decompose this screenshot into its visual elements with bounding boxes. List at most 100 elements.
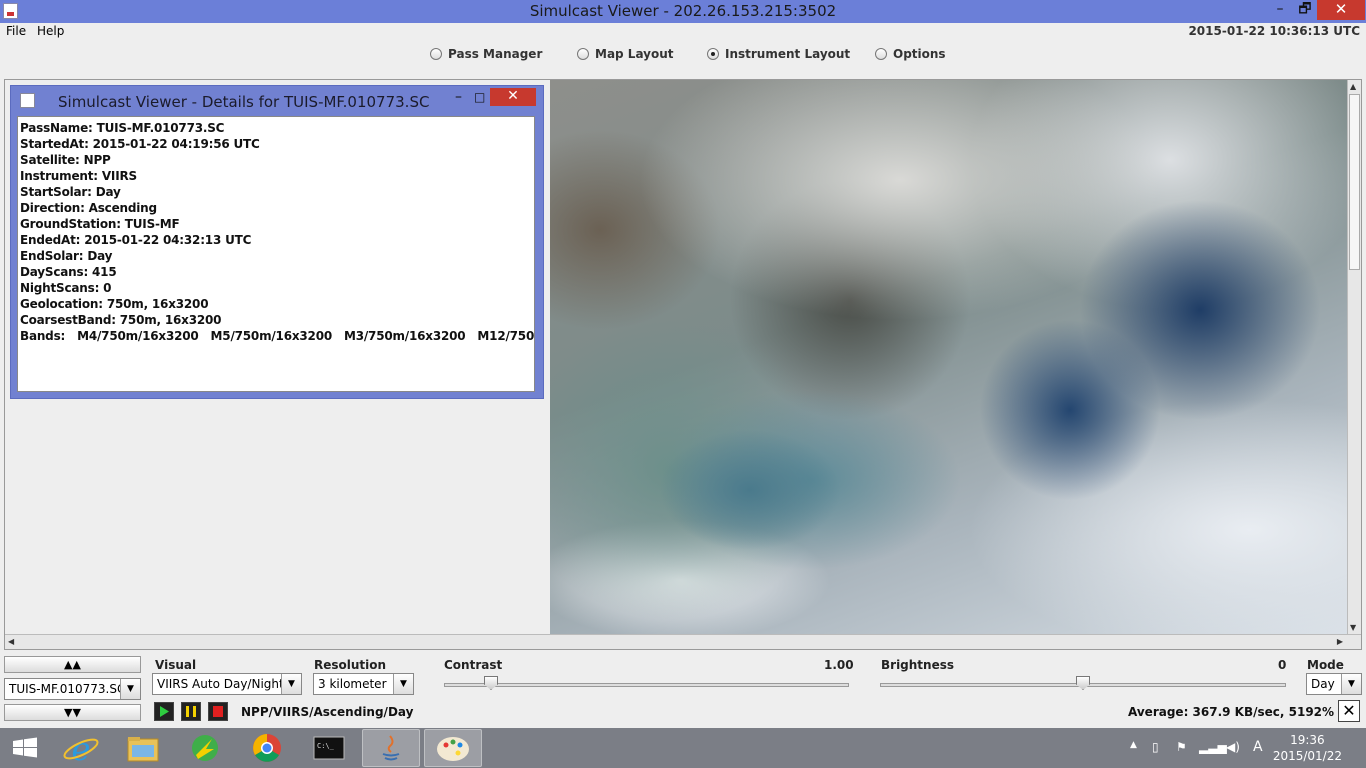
radio-button[interactable] <box>577 48 589 60</box>
tab-label: Instrument Layout <box>725 47 851 61</box>
chevron-down-icon[interactable]: ▼ <box>281 674 301 694</box>
java-app-icon[interactable] <box>20 93 35 108</box>
tab-label: Pass Manager <box>448 47 543 61</box>
chevron-down-icon[interactable]: ▼ <box>393 674 413 694</box>
svg-text:C:\_: C:\_ <box>317 742 335 750</box>
contrast-slider[interactable] <box>444 676 849 690</box>
start-button[interactable] <box>0 729 50 767</box>
app-swirl-icon <box>192 735 218 761</box>
satellite-image[interactable] <box>550 80 1347 634</box>
chevron-down-icon[interactable]: ▼ <box>120 679 140 699</box>
close-pass-button[interactable]: ✕ <box>1338 700 1360 722</box>
window-titlebar: Simulcast Viewer - 202.26.153.215:3502 –… <box>0 0 1366 23</box>
chevron-down-icon[interactable]: ▼ <box>1341 674 1361 694</box>
detail-line: CoarsestBand: 750m, 16x3200 <box>20 313 222 327</box>
tab-instrument-layout[interactable]: Instrument Layout <box>707 47 850 61</box>
network-icon[interactable]: ▂▃▅ <box>1199 740 1227 754</box>
internet-explorer-icon: e <box>63 730 99 768</box>
brightness-slider[interactable] <box>880 676 1286 690</box>
tab-map-layout[interactable]: Map Layout <box>577 47 674 61</box>
prev-pass-button[interactable]: ▲▲ <box>4 656 141 673</box>
view-selector: Pass Manager Map Layout Instrument Layou… <box>0 47 1366 67</box>
stop-icon <box>213 706 223 717</box>
paint-palette-icon <box>437 737 469 761</box>
scroll-up-icon[interactable]: ▲ <box>1350 82 1356 91</box>
scrollbar-thumb[interactable] <box>1349 94 1360 270</box>
radio-button-selected[interactable] <box>707 48 719 60</box>
play-button[interactable] <box>154 702 174 721</box>
menu-help[interactable]: Help <box>37 24 64 38</box>
ime-indicator[interactable]: A <box>1253 739 1263 755</box>
tab-label: Map Layout <box>595 47 674 61</box>
details-title: Simulcast Viewer - Details for TUIS-MF.0… <box>58 93 430 111</box>
java-icon <box>382 735 400 761</box>
up-arrow-icon: ▲▲ <box>64 658 81 671</box>
details-minimize-button[interactable]: – <box>455 89 462 105</box>
control-bar: ▲▲ TUIS-MF.010773.SC ▼ ▼▼ Visual VIIRS A… <box>0 652 1366 728</box>
pass-status: NPP/VIIRS/Ascending/Day <box>241 705 414 719</box>
command-prompt-icon: C:\_ <box>313 736 345 760</box>
svg-text:e: e <box>72 730 91 767</box>
taskbar-cmd[interactable]: C:\_ <box>300 729 358 767</box>
windows-taskbar: e C:\_ ▲ ▯ ⚑ ▂▃▅ ◀) A 19:36 2015/01/22 <box>0 728 1366 768</box>
volume-icon[interactable]: ◀) <box>1226 740 1240 754</box>
mode-select[interactable]: Day ▼ <box>1306 673 1362 695</box>
band-item: M4/750m/16x3200 <box>77 329 199 343</box>
minimize-button[interactable]: – <box>1266 0 1294 20</box>
taskbar-date: 2015/01/22 <box>1272 749 1342 763</box>
contrast-slider-knob[interactable] <box>484 676 498 690</box>
scroll-right-icon[interactable]: ▶ <box>1337 637 1343 646</box>
tab-options[interactable]: Options <box>875 47 946 61</box>
pause-icon <box>186 706 196 717</box>
details-maximize-button[interactable]: □ <box>474 90 485 104</box>
bands-line: Bands: M4/750m/16x3200 M5/750m/16x3200 M… <box>20 328 534 344</box>
resolution-select[interactable]: 3 kilometer ▼ <box>313 673 414 695</box>
close-button[interactable]: ✕ <box>1317 0 1365 20</box>
average-rate: Average: 367.9 KB/sec, 5192% <box>1128 705 1335 719</box>
detail-line: GroundStation: TUIS-MF <box>20 217 180 231</box>
windows-logo-icon <box>13 737 37 758</box>
radio-button[interactable] <box>430 48 442 60</box>
detail-line: EndSolar: Day <box>20 249 113 263</box>
radio-button[interactable] <box>875 48 887 60</box>
vertical-scrollbar[interactable]: ▲ ▼ <box>1347 80 1361 634</box>
details-text-area[interactable]: PassName: TUIS-MF.010773.SC StartedAt: 2… <box>17 116 535 392</box>
chrome-icon <box>253 734 281 762</box>
mode-label: Mode <box>1307 658 1344 672</box>
details-window[interactable]: Simulcast Viewer - Details for TUIS-MF.0… <box>10 85 544 399</box>
next-pass-button[interactable]: ▼▼ <box>4 704 141 721</box>
taskbar-ie[interactable]: e <box>52 729 110 768</box>
desktop-area: Simulcast Viewer - Details for TUIS-MF.0… <box>5 80 550 634</box>
stop-button[interactable] <box>208 702 228 721</box>
restore-button[interactable]: 🗗 <box>1291 0 1319 20</box>
mode-select-value: Day <box>1311 677 1335 691</box>
taskbar-clock[interactable]: 19:36 2015/01/22 <box>1273 732 1342 764</box>
taskbar-paint[interactable] <box>424 729 482 767</box>
taskbar-chrome[interactable] <box>238 729 296 767</box>
visual-select-value: VIIRS Auto Day/Night <box>157 677 284 691</box>
resolution-select-value: 3 kilometer <box>318 677 387 691</box>
scroll-left-icon[interactable]: ◀ <box>8 637 14 646</box>
details-titlebar[interactable]: Simulcast Viewer - Details for TUIS-MF.0… <box>11 86 543 114</box>
taskbar-java[interactable] <box>362 729 420 767</box>
detail-line: NightScans: 0 <box>20 281 112 295</box>
taskbar-explorer[interactable] <box>114 729 172 767</box>
pass-select-value: TUIS-MF.010773.SC <box>9 682 126 696</box>
scroll-down-icon[interactable]: ▼ <box>1350 623 1356 632</box>
horizontal-scrollbar[interactable]: ◀ ▶ <box>5 634 1361 649</box>
visual-select[interactable]: VIIRS Auto Day/Night ▼ <box>152 673 302 695</box>
menubar: File Help 2015-01-22 10:36:13 UTC <box>0 23 1366 41</box>
pass-select[interactable]: TUIS-MF.010773.SC ▼ <box>4 678 141 700</box>
detail-line: StartSolar: Day <box>20 185 121 199</box>
action-center-icon[interactable]: ⚑ <box>1176 740 1187 754</box>
play-icon <box>160 706 169 717</box>
details-close-button[interactable]: ✕ <box>490 88 536 106</box>
brightness-value: 0 <box>1278 658 1287 672</box>
brightness-slider-knob[interactable] <box>1076 676 1090 690</box>
tab-pass-manager[interactable]: Pass Manager <box>430 47 542 61</box>
show-hidden-icons[interactable]: ▲ <box>1130 740 1137 750</box>
device-icon[interactable]: ▯ <box>1152 740 1159 754</box>
pause-button[interactable] <box>181 702 201 721</box>
taskbar-app-green[interactable] <box>176 729 234 767</box>
menu-file[interactable]: File <box>6 24 26 38</box>
